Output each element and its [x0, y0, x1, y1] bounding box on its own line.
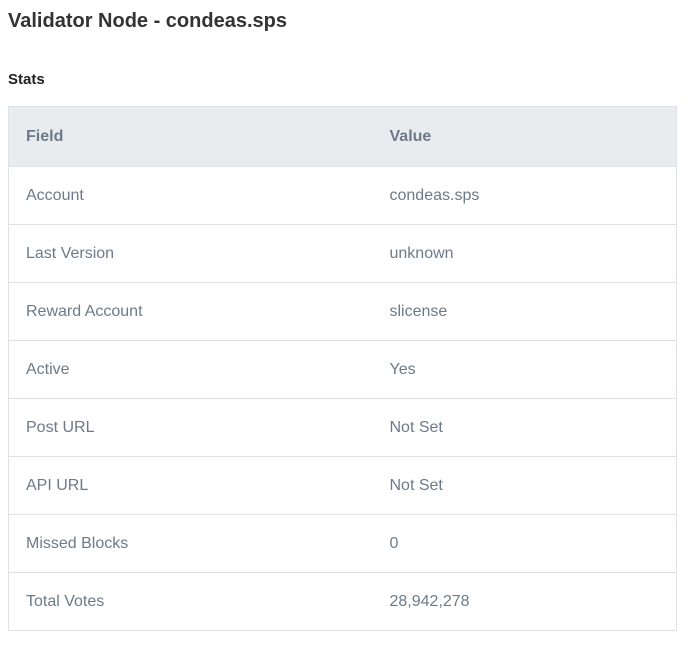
- column-header-field: Field: [8, 106, 373, 167]
- value-cell-total-votes: 28,942,278: [372, 572, 677, 631]
- value-cell-reward-account: slicense: [372, 282, 677, 341]
- field-cell-last-version: Last Version: [8, 224, 373, 283]
- field-cell-missed-blocks: Missed Blocks: [8, 514, 373, 573]
- field-cell-api-url: API URL: [8, 456, 373, 515]
- stats-table: Field Value Account condeas.sps Last Ver…: [8, 106, 677, 631]
- page-title: Validator Node - condeas.sps: [8, 10, 287, 32]
- value-cell-missed-blocks: 0: [372, 514, 677, 573]
- table-row: Reward Account slicense: [8, 282, 677, 341]
- field-cell-total-votes: Total Votes: [8, 572, 373, 631]
- section-title-stats: Stats: [8, 71, 45, 88]
- table-row: API URL Not Set: [8, 456, 677, 515]
- value-cell-last-version: unknown: [372, 224, 677, 283]
- field-cell-post-url: Post URL: [8, 398, 373, 457]
- table-row: Account condeas.sps: [8, 166, 677, 225]
- value-cell-active: Yes: [372, 340, 677, 399]
- stats-table-body: Account condeas.sps Last Version unknown…: [8, 166, 677, 631]
- table-row: Missed Blocks 0: [8, 514, 677, 573]
- table-row: Last Version unknown: [8, 224, 677, 283]
- column-header-value: Value: [372, 106, 677, 167]
- field-cell-account: Account: [8, 166, 373, 225]
- field-cell-reward-account: Reward Account: [8, 282, 373, 341]
- field-cell-active: Active: [8, 340, 373, 399]
- table-row: Total Votes 28,942,278: [8, 572, 677, 631]
- value-cell-api-url: Not Set: [372, 456, 677, 515]
- table-row: Active Yes: [8, 340, 677, 399]
- table-row: Post URL Not Set: [8, 398, 677, 457]
- stats-table-header: Field Value: [8, 106, 677, 167]
- value-cell-post-url: Not Set: [372, 398, 677, 457]
- table-header-row: Field Value: [8, 106, 677, 167]
- value-cell-account: condeas.sps: [372, 166, 677, 225]
